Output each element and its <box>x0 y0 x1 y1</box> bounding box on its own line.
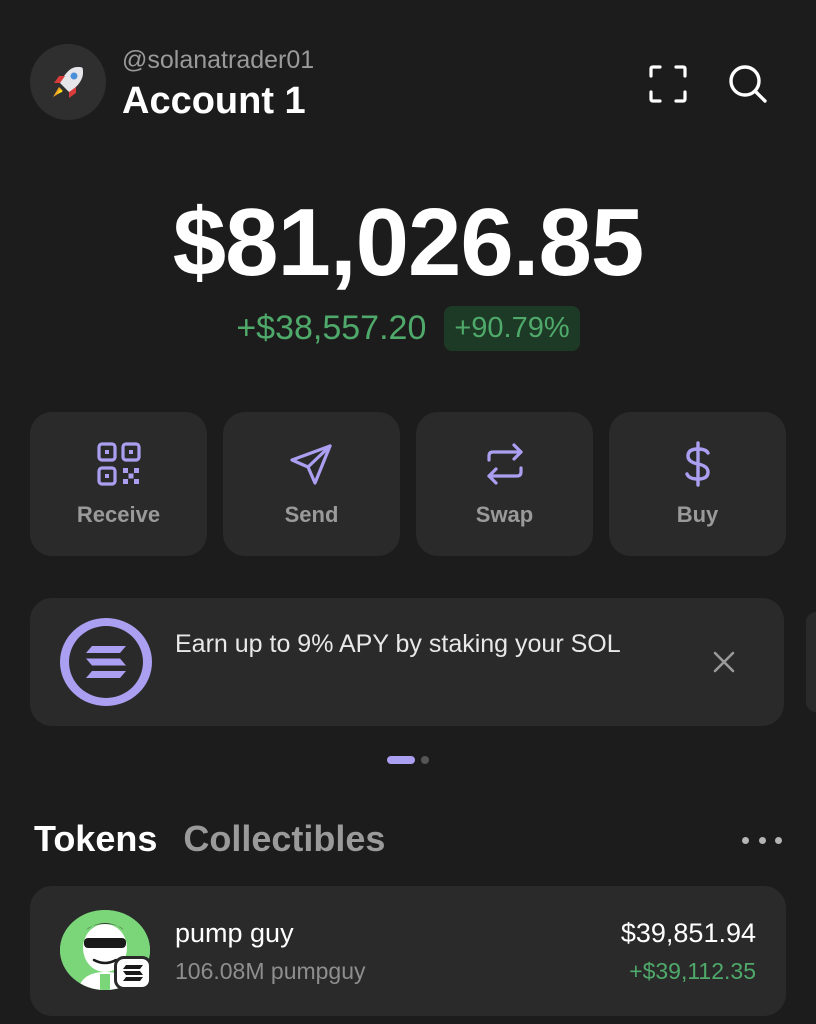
send-button[interactable]: Send <box>223 412 400 556</box>
change-percent-badge: +90.79% <box>444 306 580 351</box>
account-avatar[interactable] <box>30 44 106 120</box>
receive-label: Receive <box>76 502 161 527</box>
solana-chain-badge <box>114 956 152 990</box>
rocket-icon <box>53 67 83 98</box>
receive-button[interactable]: Receive <box>30 412 207 556</box>
token-value: $39,851.94 <box>620 918 756 948</box>
close-icon <box>713 651 735 673</box>
token-name: pump guy <box>175 918 294 948</box>
total-balance: $81,026.85 <box>172 189 644 296</box>
wallet-home: @solanatrader01 Account 1 $81,026.85 +$3… <box>0 0 816 1024</box>
balance-change: +$38,557.20 +90.79% <box>0 306 816 351</box>
send-icon <box>289 444 332 485</box>
expand-icon <box>649 65 687 103</box>
username: @solanatrader01 <box>122 46 315 74</box>
token-row[interactable]: pump guy 106.08M pumpguy $39,851.94 +$39… <box>30 886 786 1016</box>
tab-collectibles[interactable]: Collectibles <box>183 818 385 860</box>
more-dot <box>775 836 782 844</box>
solana-mark-icon <box>86 646 126 678</box>
more-dot <box>742 836 749 844</box>
action-bar: Receive Send Swap Buy <box>30 412 786 556</box>
banner-pager <box>0 756 816 764</box>
search-icon <box>729 65 767 103</box>
next-banner-peek[interactable] <box>806 612 816 712</box>
expand-button[interactable] <box>646 62 690 106</box>
swap-icon <box>486 443 523 485</box>
tab-tokens[interactable]: Tokens <box>34 818 157 860</box>
pager-dot-active[interactable] <box>387 756 415 764</box>
dollar-icon <box>684 441 710 487</box>
account-name[interactable]: Account 1 <box>122 80 306 123</box>
more-dot <box>758 836 766 844</box>
asset-tabs: Tokens Collectibles <box>34 818 385 860</box>
staking-banner[interactable]: Earn up to 9% APY by staking your SOL <box>30 598 784 726</box>
more-options-button[interactable] <box>742 832 782 848</box>
banner-text: Earn up to 9% APY by staking your SOL <box>175 630 621 658</box>
change-amount: +$38,557.20 <box>236 309 427 347</box>
solana-logo-icon <box>60 618 152 706</box>
send-label: Send <box>284 502 339 527</box>
solana-small-icon <box>123 965 143 981</box>
header: @solanatrader01 Account 1 <box>30 44 786 124</box>
search-button[interactable] <box>726 62 770 106</box>
close-banner-button[interactable] <box>706 644 742 680</box>
solana-logo-inner <box>69 626 143 698</box>
swap-button[interactable]: Swap <box>416 412 593 556</box>
token-quantity: 106.08M pumpguy <box>175 958 366 984</box>
buy-label: Buy <box>676 502 719 527</box>
qr-code-icon <box>96 442 141 486</box>
token-change: +$39,112.35 <box>629 958 756 984</box>
pager-dot[interactable] <box>421 756 429 764</box>
swap-label: Swap <box>475 502 534 527</box>
buy-button[interactable]: Buy <box>609 412 786 556</box>
